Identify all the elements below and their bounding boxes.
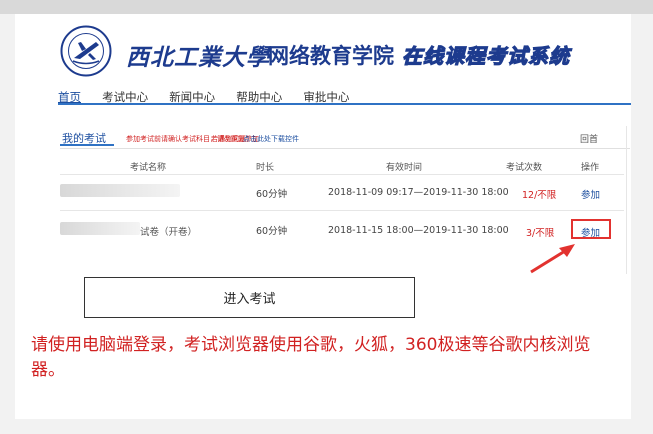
panel-right-border	[626, 126, 627, 274]
exam-panel: 我的考试 参加考试前请确认考试科目，请勿重复参加 若遇到问题 点击此处下载控件 …	[60, 126, 630, 274]
redacted-exam-name	[60, 184, 180, 197]
redacted-exam-name	[60, 222, 140, 235]
back-link[interactable]: 回首	[580, 132, 598, 145]
problem-notice: 若遇到问题	[211, 135, 246, 143]
column-header-valid-period: 有效时间	[386, 163, 423, 173]
row-2-attempts: 3/不限	[526, 228, 555, 239]
column-header-action: 操作	[581, 163, 600, 173]
enter-exam-button[interactable]: 进入考试	[84, 277, 415, 318]
row-1-join-link[interactable]: 参加	[581, 187, 600, 201]
browser-notice: 请使用电脑端登录，考试浏览器使用谷歌，火狐，360极速等谷歌内核浏览器。	[31, 335, 591, 380]
row-2-valid-period: 2018-11-15 18:00—2019-11-30 18:00	[328, 225, 509, 236]
row-1-duration: 60分钟	[256, 189, 288, 200]
school-name: 西北工業大學	[126, 44, 270, 71]
row-1-attempts: 12/不限	[522, 190, 557, 201]
table-row-rule	[60, 210, 624, 211]
column-header-name: 考试名称	[130, 163, 167, 173]
column-header-duration: 时长	[256, 163, 275, 173]
download-control-link[interactable]: 点击此处下载控件	[243, 134, 299, 144]
top-band	[0, 0, 653, 14]
main-nav: 首页 考试中心 新闻中心 帮助中心 审批中心	[58, 86, 365, 104]
system-name: 在线课程考试系统	[401, 43, 570, 68]
tab-active-indicator	[60, 144, 114, 146]
column-header-attempts: 考试次数	[506, 163, 543, 173]
row-2-duration: 60分钟	[256, 226, 288, 237]
table-header-rule	[60, 174, 624, 175]
nav-underline	[58, 103, 631, 105]
college-name: 网络教育学院	[268, 44, 394, 68]
university-seal-emblem	[60, 25, 112, 77]
row-1-valid-period: 2018-11-09 09:17—2019-11-30 18:00	[328, 187, 509, 198]
join-highlight-box	[571, 219, 611, 239]
red-arrow-pointer-icon	[530, 244, 575, 274]
panel-divider	[60, 148, 630, 149]
row-2-name-suffix: 试卷（开卷）	[140, 227, 198, 238]
